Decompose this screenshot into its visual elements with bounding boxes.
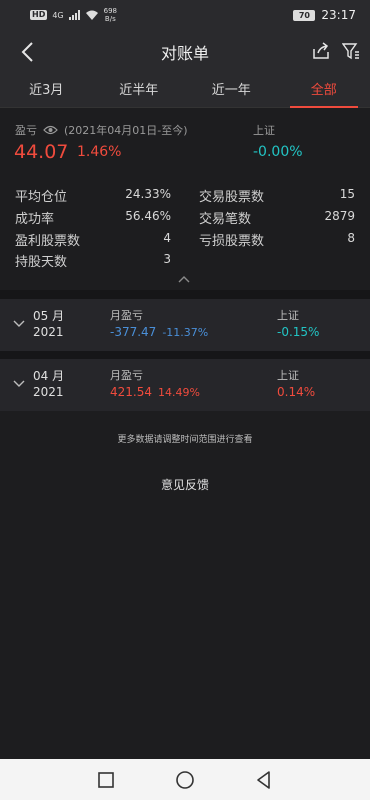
- index-label: 上证: [253, 124, 275, 137]
- stat-value-holding-days: 3: [163, 252, 171, 266]
- net-speed: 698 B/s: [103, 7, 118, 23]
- chevron-down-icon[interactable]: [12, 379, 26, 389]
- eye-icon[interactable]: [43, 125, 58, 135]
- month-index-value: 0.14%: [277, 385, 316, 399]
- stat-label-trade-count: 交易笔数: [199, 212, 252, 227]
- pl-label: 盈亏: [15, 124, 37, 137]
- year-label: 2021: [33, 385, 64, 399]
- tab-half-year[interactable]: 近半年: [93, 74, 186, 107]
- pl-header: 盈亏 (2021年04月01日-至今): [15, 122, 188, 138]
- index-value: -0.00%: [253, 144, 303, 160]
- stat-label-profit-stocks: 盈利股票数: [15, 234, 81, 249]
- month-row[interactable]: 05 月 2021 月盈亏 -377.47 -11.37% 上证 -0.15%: [0, 299, 370, 351]
- stat-label-loss-stocks: 亏损股票数: [199, 234, 265, 249]
- stat-value-loss-stocks: 8: [347, 231, 355, 245]
- monthly-pl-amount: 421.54 14.49%: [110, 385, 200, 399]
- month-label: 05 月: [33, 309, 65, 323]
- clock: 23:17: [321, 8, 356, 22]
- pl-value: 44.07: [14, 141, 69, 163]
- stat-value-success-rate: 56.46%: [125, 209, 171, 223]
- month-index-label: 上证: [277, 309, 299, 322]
- hd-badge: HD: [30, 10, 48, 20]
- tab-one-year[interactable]: 近一年: [185, 74, 278, 107]
- share-icon[interactable]: [312, 42, 330, 60]
- stat-value-traded-stocks: 15: [339, 187, 355, 201]
- monthly-pl-percent: -11.37%: [162, 326, 209, 339]
- more-data-hint: 更多数据请调整时间范围进行查看: [117, 435, 253, 445]
- monthly-pl-amount: -377.47 -11.37%: [110, 325, 209, 339]
- monthly-pl-percent: 14.49%: [158, 386, 200, 399]
- page-title: 对账单: [160, 44, 209, 63]
- stat-label-avg-position: 平均仓位: [15, 190, 68, 205]
- stat-label-success-rate: 成功率: [15, 212, 55, 227]
- month-index-label: 上证: [277, 369, 299, 382]
- tab-3-months[interactable]: 近3月: [0, 74, 93, 107]
- monthly-pl-label: 月盈亏: [110, 309, 143, 322]
- system-nav-bar: [0, 759, 370, 800]
- chevron-down-icon[interactable]: [12, 319, 26, 329]
- monthly-pl-label: 月盈亏: [110, 369, 143, 382]
- chevron-left-icon[interactable]: [18, 40, 38, 64]
- status-bar: HD 4G 698 B/s 70 23:17: [0, 0, 370, 30]
- month-row[interactable]: 04 月 2021 月盈亏 421.54 14.49% 上证 0.14%: [0, 359, 370, 411]
- network-type: 4G: [52, 10, 64, 20]
- stat-label-traded-stocks: 交易股票数: [199, 190, 265, 205]
- wifi-icon: [85, 10, 98, 20]
- stat-value-avg-position: 24.33%: [125, 187, 171, 201]
- section-divider: [0, 351, 370, 359]
- tab-all[interactable]: 全部: [278, 74, 370, 108]
- section-divider: [0, 290, 370, 299]
- chevron-up-icon[interactable]: [177, 274, 191, 284]
- stat-label-holding-days: 持股天数: [15, 255, 68, 270]
- home-icon[interactable]: [175, 770, 195, 790]
- summary-panel: 盈亏 (2021年04月01日-至今) 44.07 1.46% 上证 -0.00…: [0, 108, 370, 290]
- pl-percent: 1.46%: [77, 144, 122, 160]
- top-nav-bar: 对账单: [0, 30, 370, 74]
- period-tabs: 近3月 近半年 近一年 全部: [0, 74, 370, 108]
- battery-icon: 70: [293, 9, 316, 21]
- feedback-link[interactable]: 意见反馈: [0, 476, 370, 493]
- filter-icon[interactable]: [342, 42, 360, 60]
- month-label: 04 月: [33, 369, 65, 383]
- stat-value-profit-stocks: 4: [163, 231, 171, 245]
- month-index-value: -0.15%: [277, 325, 320, 339]
- date-range: (2021年04月01日-至今): [64, 124, 188, 137]
- signal-icon: [68, 10, 80, 20]
- back-triangle-icon[interactable]: [254, 770, 274, 790]
- recent-apps-icon[interactable]: [96, 770, 116, 790]
- stat-value-trade-count: 2879: [324, 209, 355, 223]
- year-label: 2021: [33, 325, 64, 339]
